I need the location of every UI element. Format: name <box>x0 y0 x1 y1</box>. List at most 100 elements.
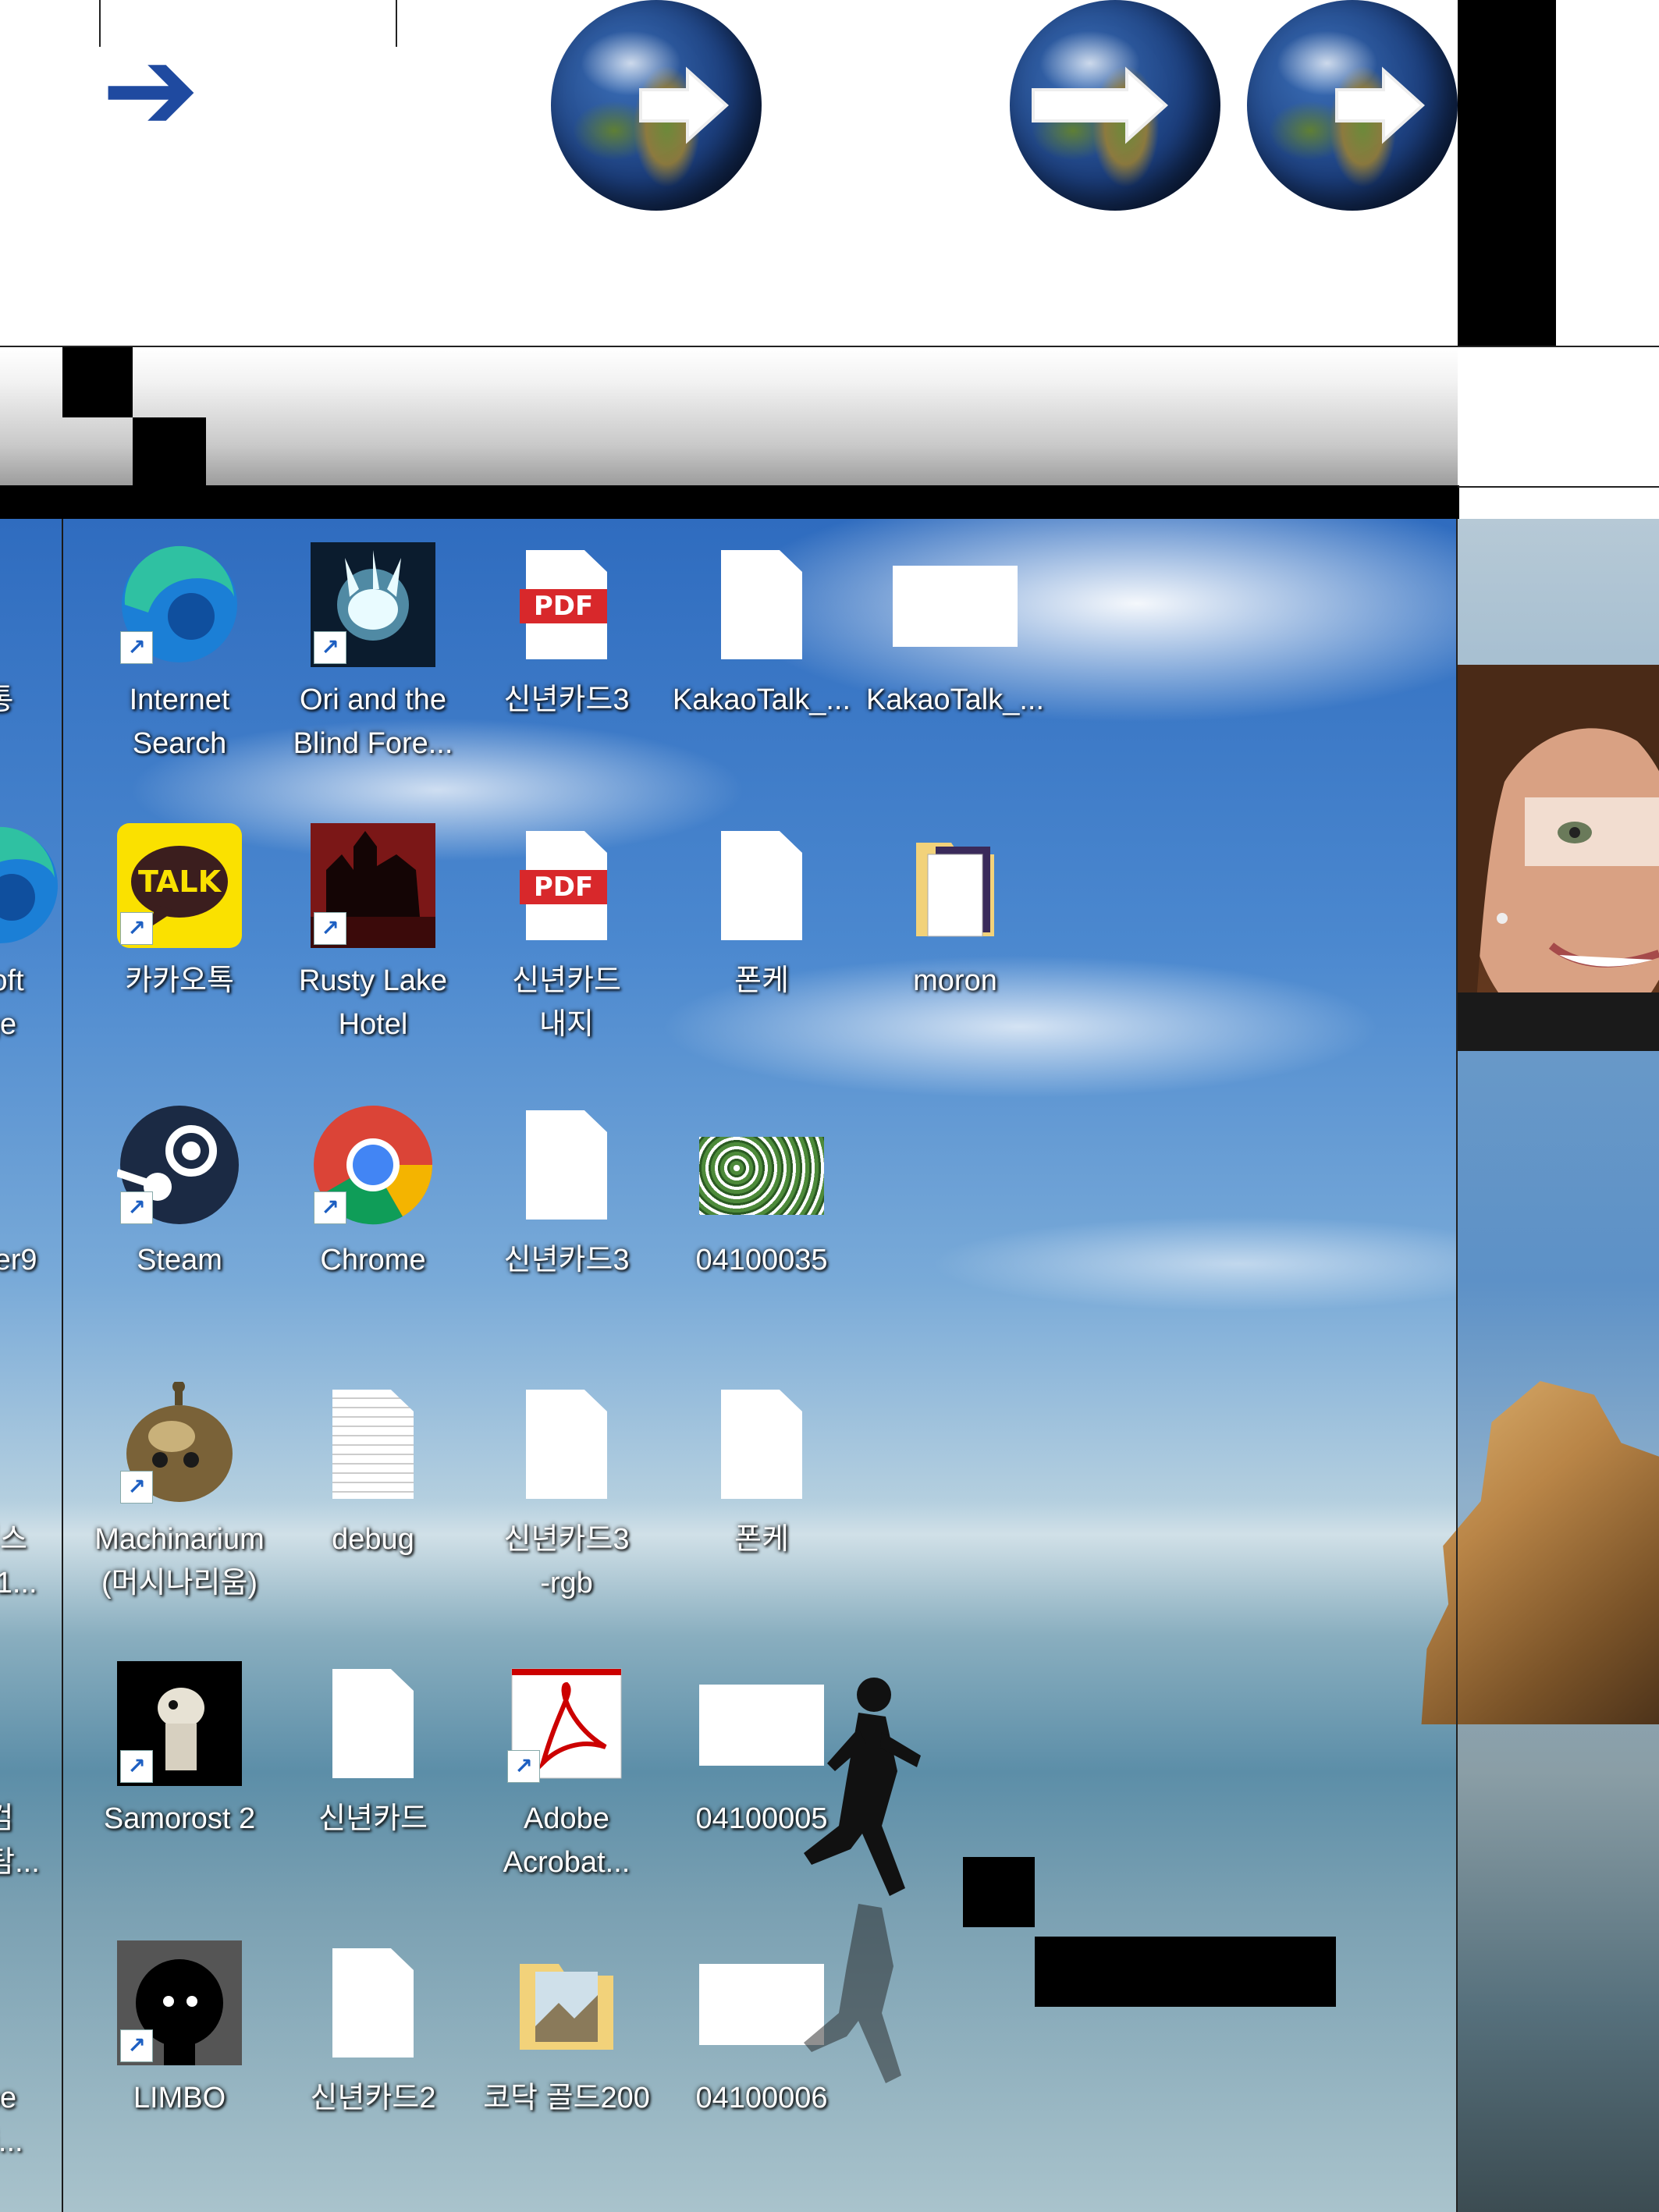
shortcut-arrow-icon: ↗ <box>120 912 153 945</box>
desktop-icon-limbo[interactable]: ↗ LIMBO <box>87 1940 272 2175</box>
desktop-icon-chrome[interactable]: ↗ Chrome <box>281 1102 465 1337</box>
globe-forward-icon[interactable] <box>1247 0 1458 211</box>
file-icon <box>721 550 802 659</box>
arrow-right-icon <box>1335 66 1425 144</box>
desktop-icon-newyear-card2[interactable]: 신년카드2 <box>281 1940 465 2175</box>
arrow-right-icon[interactable]: ➔ <box>101 31 200 148</box>
desktop-icon-label: Rusty Lake Hotel <box>298 964 448 1041</box>
shortcut-arrow-icon: ↗ <box>314 912 346 945</box>
shortcut-arrow-icon: ↗ <box>314 1191 346 1224</box>
desktop-icon-rusty-lake[interactable]: ↗ Rusty Lake Hotel <box>281 823 465 1057</box>
samorost-glyph: ↗ <box>117 1661 242 1786</box>
file-icon <box>332 1669 414 1778</box>
desktop-icon-search-app[interactable]: 검 보탐... <box>0 1661 92 1895</box>
desktop-icon-kakaotalk-file1[interactable]: KakaoTalk_... <box>670 542 854 776</box>
file-icon <box>721 831 802 940</box>
banner-divider <box>99 0 101 47</box>
desktop-icon-newyear-card3-rgb[interactable]: 신년카드3 -rgb <box>474 1382 659 1616</box>
desktop-icon-newyear-card3-pdf[interactable]: PDF 신년카드3 <box>474 542 659 776</box>
file-icon <box>332 1948 414 2058</box>
desktop-icon-debug[interactable]: debug <box>281 1382 465 1616</box>
desktop-icon-label: Ori and the Blind Fore... <box>293 683 453 760</box>
desktop-icon-recycle-bin[interactable]: 통 <box>0 542 92 776</box>
text-file-icon <box>332 1390 414 1499</box>
desktop-icon-label: soft ge <box>0 964 24 1041</box>
redaction-block <box>1035 1937 1336 2007</box>
search-icon <box>0 1661 62 1786</box>
pdf-badge: PDF <box>520 589 607 623</box>
desktop-icon-label: 신년카드 내지 <box>512 964 621 1041</box>
desktop-icon-label: 코닥 골드200 <box>483 2082 650 2114</box>
desktop-icon-ponke1[interactable]: 폰케 <box>670 823 854 1057</box>
desktop-icon-label: Chrome <box>320 1244 426 1276</box>
text-glyph <box>311 1382 435 1507</box>
steam-glyph: ↗ <box>115 1102 242 1227</box>
desktop-icon-ponke2[interactable]: 폰케 <box>670 1382 854 1616</box>
shortcut-arrow-icon: ↗ <box>507 1750 540 1783</box>
desktop-icon-photo-04100035[interactable]: 04100035 <box>670 1102 854 1337</box>
desktop-icon-kakaotalk[interactable]: TALK ↗ 카카오톡 <box>87 823 272 1057</box>
blank-glyph <box>504 1102 629 1227</box>
checker-block <box>62 347 133 417</box>
desktop-icon-kakaotalk-file2[interactable]: KakaoTalk_... <box>863 542 1047 776</box>
acrobat-glyph: ↗ <box>504 1661 629 1786</box>
folder-icon <box>916 843 994 937</box>
hancom-glyph: 한 <box>0 1382 62 1507</box>
desktop-icon-adobe-acrobat[interactable]: ↗ Adobe Acrobat... <box>474 1661 659 1895</box>
desktop-icon-label: 검 보탐... <box>0 1802 40 1879</box>
desktop-icon-kodak-gold[interactable]: 코닥 골드200 <box>474 1940 659 2175</box>
desktop-icon-steam[interactable]: ↗ Steam <box>87 1102 272 1337</box>
desktop-icon-adobe-app[interactable]: d be si... <box>0 1940 92 2175</box>
desktop-icon-label: aser9 <box>0 1244 37 1276</box>
blank-glyph <box>311 1661 435 1786</box>
desktop-icon-newyear-card[interactable]: 신년카드 <box>281 1661 465 1895</box>
shield-glyph <box>0 1102 62 1227</box>
portrait-photo <box>1458 665 1659 1051</box>
desktop-icon-label: 신년카드3 <box>503 1244 630 1276</box>
redaction-block <box>963 1857 1035 1927</box>
talk-glyph: TALK ↗ <box>117 823 242 948</box>
machinarium-glyph: ↗ <box>117 1380 242 1507</box>
desktop-icon-label: LIMBO <box>133 2082 226 2114</box>
desktop-icon-newyear-card3[interactable]: 신년카드3 <box>474 1102 659 1337</box>
globe-forward-icon[interactable] <box>1010 0 1220 211</box>
shortcut-arrow-icon: ↗ <box>120 2029 153 2062</box>
black-bar <box>0 485 1459 519</box>
adobe-icon: d <box>0 1940 62 2065</box>
desktop-icon-samorost2[interactable]: ↗ Samorost 2 <box>87 1661 272 1895</box>
desktop-icon-label: 신년카드3 -rgb <box>503 1523 630 1600</box>
desktop-icon-hancom-office[interactable]: 한피스 201... <box>0 1382 92 1616</box>
divider-line <box>1458 486 1659 488</box>
pdf-glyph: PDF <box>504 542 629 667</box>
folder-purple-glyph <box>893 823 1018 948</box>
blank-glyph <box>699 823 824 948</box>
blank-glyph <box>699 542 824 667</box>
photo-thumbnail <box>699 1137 824 1215</box>
wideblank-glyph <box>893 542 1018 667</box>
desktop-icon-microsoft-edge[interactable]: soft ge <box>0 823 92 1057</box>
desktop-icon-eraser[interactable]: aser9 <box>0 1102 92 1337</box>
globe-forward-icon[interactable] <box>551 0 762 211</box>
adobe-glyph: d <box>0 1940 62 2065</box>
folder-glyph <box>504 1940 629 2065</box>
desktop-icon-moron-folder[interactable]: moron <box>863 823 1047 1057</box>
limbo-glyph: ↗ <box>117 1940 242 2065</box>
desktop-icon-label: Samorost 2 <box>103 1802 256 1835</box>
desktop-icon-label: 피스 201... <box>0 1523 37 1600</box>
image-file-icon <box>893 566 1018 647</box>
desktop-icon-label: moron <box>913 964 997 997</box>
divider-line <box>1456 519 1458 2212</box>
blank-glyph <box>699 1382 824 1507</box>
photo-glyph <box>699 1102 824 1227</box>
checker-block <box>133 417 206 488</box>
shortcut-arrow-icon: ↗ <box>120 1750 153 1783</box>
desktop-icon-ori[interactable]: ↗ Ori and the Blind Fore... <box>281 542 465 776</box>
blank-glyph <box>311 1940 435 2065</box>
desktop-icon-internet-search[interactable]: ↗ Internet Search <box>87 542 272 776</box>
desktop-icon-newyear-card-inner-pdf[interactable]: PDF 신년카드 내지 <box>474 823 659 1057</box>
desktop-icon-label: 신년카드 <box>318 1802 428 1835</box>
shortcut-arrow-icon: ↗ <box>120 1471 153 1504</box>
desktop-icon-machinarium[interactable]: ↗ Machinarium (머시나리움) <box>87 1380 272 1616</box>
desktop-icon-label: debug <box>332 1523 414 1556</box>
desktop-icon-label: 신년카드2 <box>310 2082 436 2114</box>
